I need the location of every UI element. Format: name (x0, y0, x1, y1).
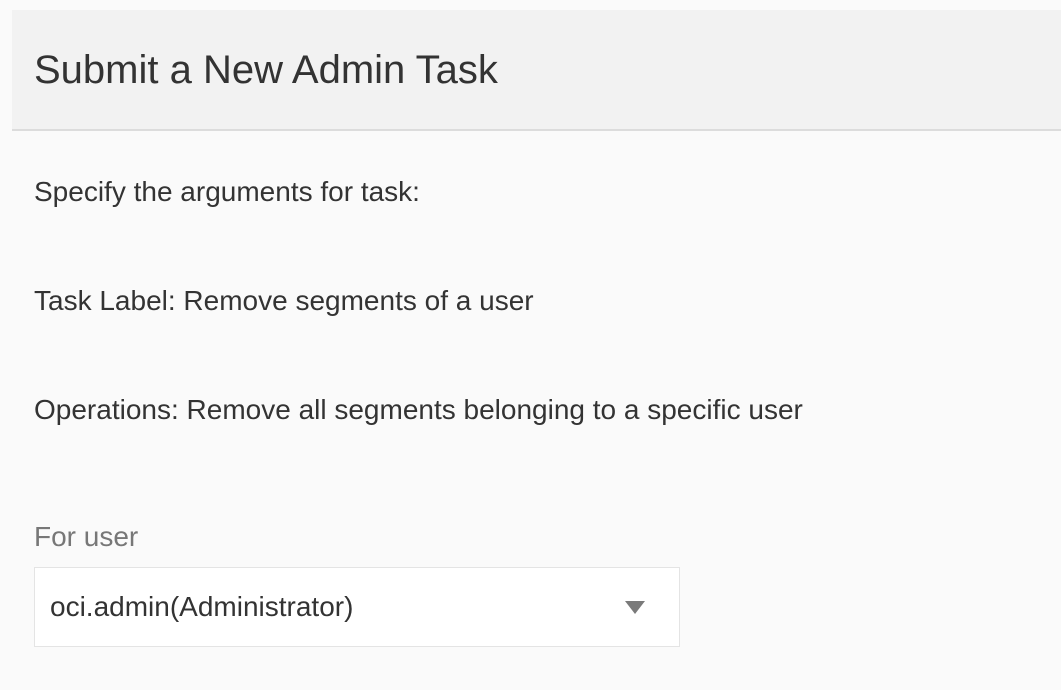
page-title: Submit a New Admin Task (34, 48, 498, 92)
user-select-value: oci.admin(Administrator) (50, 591, 354, 622)
intro-text: Specify the arguments for task: (34, 176, 420, 207)
user-select[interactable]: oci.admin(Administrator) (34, 567, 680, 647)
for-user-label: For user (34, 521, 139, 552)
dialog-header: Submit a New Admin Task (12, 10, 1061, 131)
task-label-text: Task Label: Remove segments of a user (34, 285, 534, 316)
operations-text: Operations: Remove all segments belongin… (34, 394, 803, 425)
chevron-down-icon[interactable] (625, 601, 645, 614)
admin-task-page: Submit a New Admin Task Specify the argu… (0, 0, 1061, 690)
